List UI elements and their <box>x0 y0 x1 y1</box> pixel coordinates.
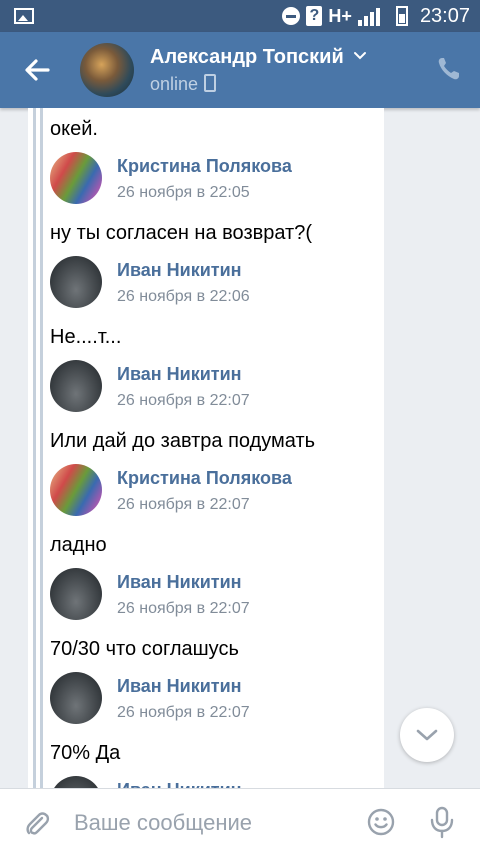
avatar[interactable] <box>50 152 102 204</box>
wifi-unknown-icon: ? <box>306 6 323 26</box>
message-text: окей. <box>50 118 98 140</box>
arrow-left-icon[interactable] <box>18 52 58 88</box>
message-text: 70% Да <box>50 742 121 764</box>
status-bar: ? H+ 23:07 <box>0 0 480 32</box>
message-text: ну ты согласен на возврат?( <box>50 222 312 244</box>
avatar[interactable] <box>50 568 102 620</box>
author-name[interactable]: Кристина Полякова <box>117 156 292 177</box>
message-input[interactable] <box>72 803 356 843</box>
message-list[interactable]: окей. Кристина Полякова 26 ноября в 22:0… <box>0 108 480 788</box>
avatar[interactable] <box>50 464 102 516</box>
author-name[interactable]: Иван Никитин <box>117 676 242 697</box>
mobile-icon <box>204 74 217 92</box>
author-name[interactable]: Иван Никитин <box>117 780 242 788</box>
online-status-text: online <box>150 74 199 94</box>
online-status: online <box>150 74 217 95</box>
avatar[interactable] <box>50 256 102 308</box>
network-type: H+ <box>328 5 352 26</box>
message-text: Или дай до завтра подумать <box>50 430 316 452</box>
avatar[interactable] <box>50 672 102 724</box>
message-date: 26 ноября в 22:06 <box>117 288 250 305</box>
author-name[interactable]: Иван Никитин <box>117 364 242 385</box>
message-date: 26 ноября в 22:05 <box>117 184 250 201</box>
do-not-disturb-icon <box>282 7 301 25</box>
chevron-down-icon <box>416 729 438 741</box>
smiley-icon[interactable] <box>366 807 396 837</box>
status-time: 23:07 <box>419 4 470 27</box>
chevron-down-icon[interactable] <box>352 48 368 64</box>
author-name[interactable]: Кристина Полякова <box>117 468 292 489</box>
message-text: Не....т... <box>50 326 122 348</box>
signal-icon <box>357 6 380 26</box>
microphone-icon[interactable] <box>428 805 456 839</box>
message-date: 26 ноября в 22:07 <box>117 392 250 409</box>
quote-line <box>40 108 43 788</box>
message-text: 70/30 что соглашусь <box>50 638 239 660</box>
message-text: ладно <box>50 534 107 556</box>
paperclip-icon[interactable] <box>22 809 52 839</box>
image-notification-icon <box>14 8 34 24</box>
author-name[interactable]: Иван Никитин <box>117 572 242 593</box>
battery-icon <box>395 6 408 26</box>
chat-title[interactable]: Александр Топский <box>150 46 344 69</box>
quote-line <box>33 108 36 788</box>
message-composer <box>0 788 480 855</box>
message-date: 26 ноября в 22:07 <box>117 704 250 721</box>
avatar[interactable] <box>50 360 102 412</box>
message-date: 26 ноября в 22:07 <box>117 600 250 617</box>
chat-header: Александр Топский online <box>0 32 480 108</box>
author-name[interactable]: Иван Никитин <box>117 260 242 281</box>
scroll-down-button[interactable] <box>400 708 454 762</box>
chat-avatar[interactable] <box>80 43 134 97</box>
message-date: 26 ноября в 22:07 <box>117 496 250 513</box>
phone-icon[interactable] <box>434 54 464 84</box>
